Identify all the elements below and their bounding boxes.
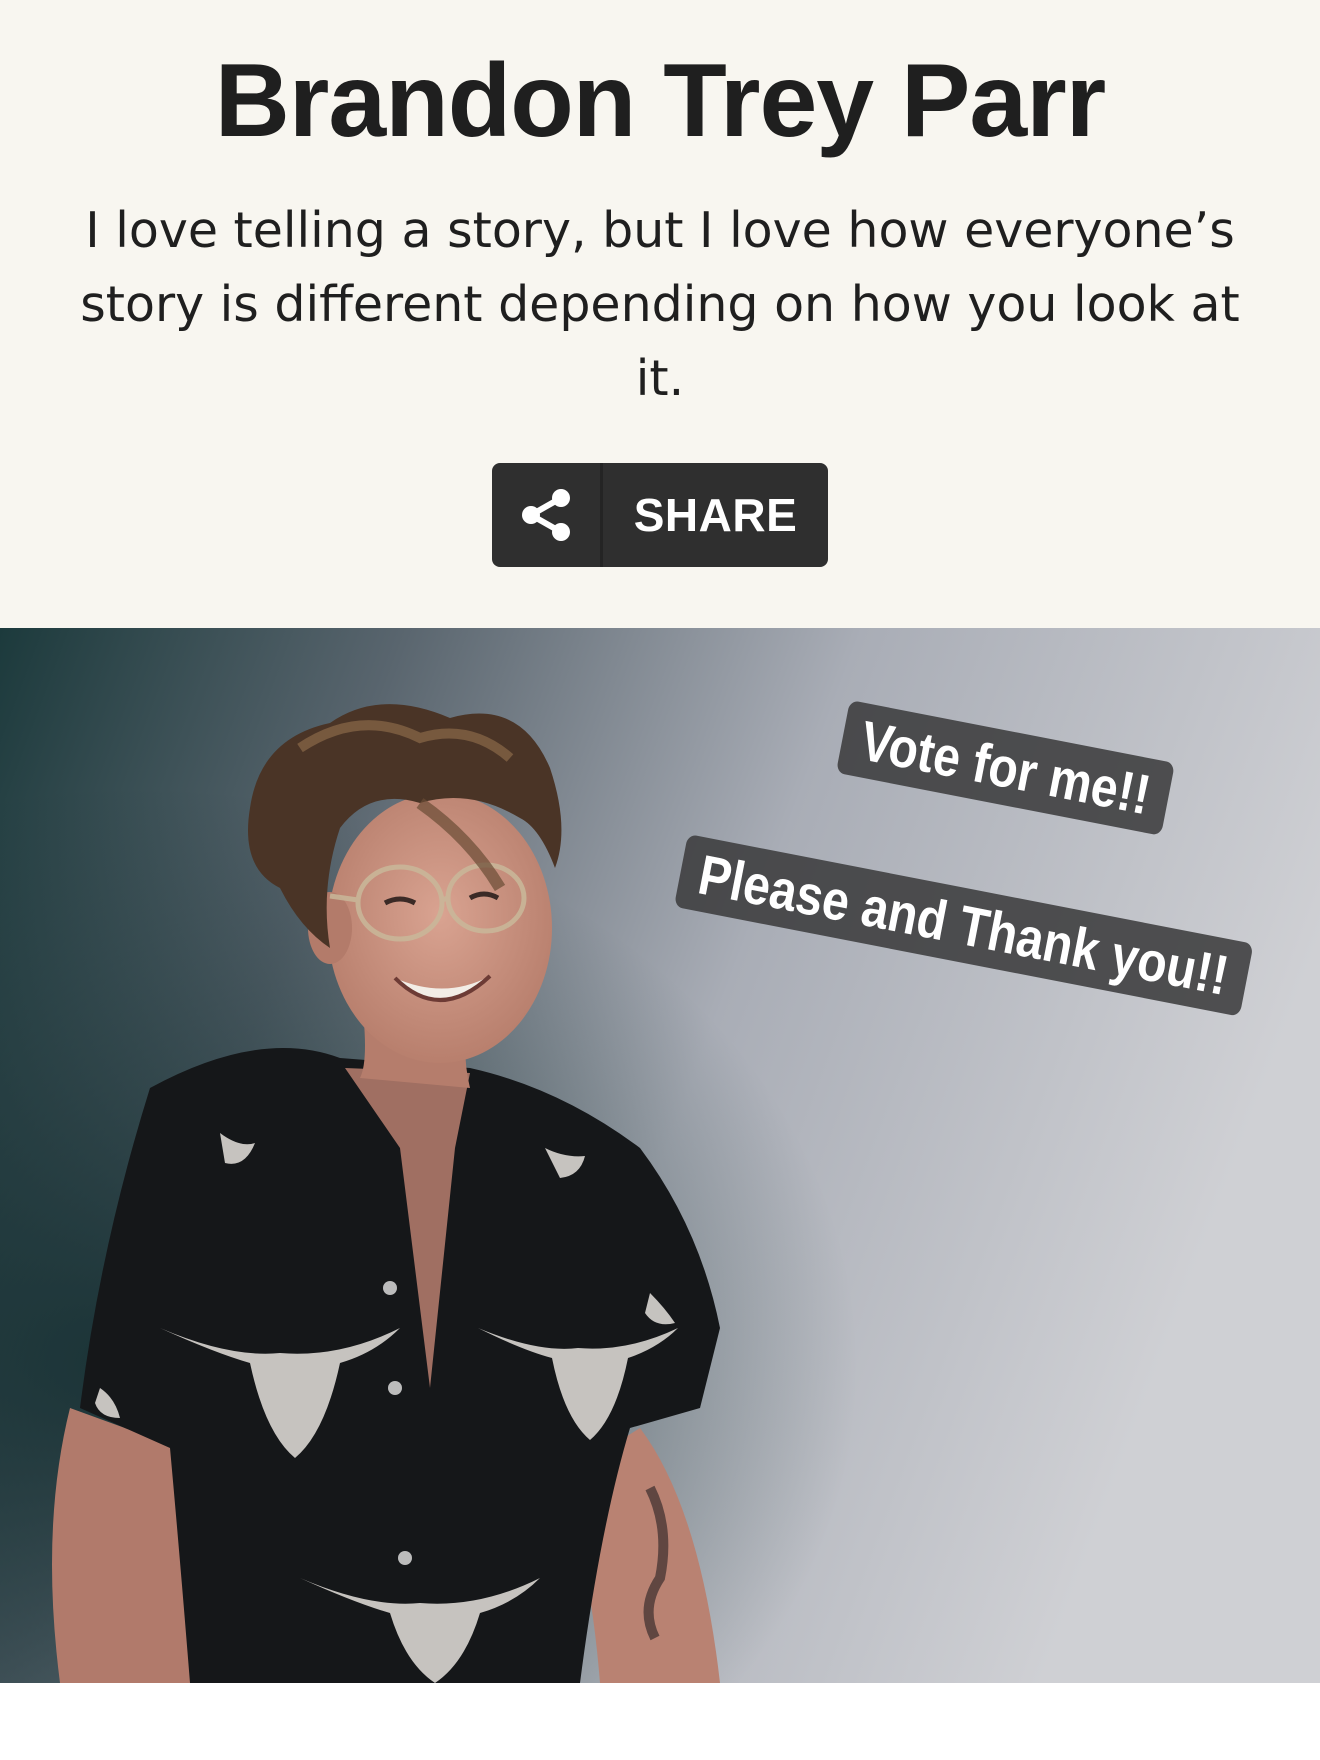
share-button-label: SHARE: [633, 489, 798, 541]
share-icon: [492, 463, 603, 567]
contestant-bio: I love telling a story, but I love how e…: [80, 202, 1240, 407]
contestant-photo: Vote for me!! Please and Thank you!!: [0, 628, 1320, 1683]
share-button[interactable]: SHARE: [492, 463, 828, 567]
contest-profile-page: Brandon Trey Parr I love telling a story…: [0, 0, 1320, 1760]
profile-header: Brandon Trey Parr I love telling a story…: [0, 0, 1320, 628]
contestant-name: Brandon Trey Parr: [214, 43, 1106, 159]
